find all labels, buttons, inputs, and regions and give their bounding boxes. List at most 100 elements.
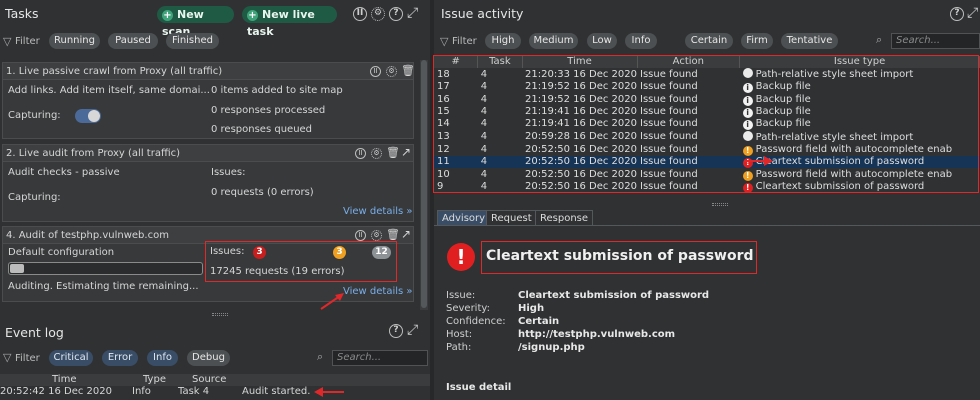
plus-icon: + <box>162 10 173 21</box>
high-issues-badge: 3 <box>253 246 266 259</box>
col-source[interactable]: Source <box>192 374 226 385</box>
requests-count: 17245 requests (19 errors) <box>210 266 345 277</box>
filter-info[interactable]: Info <box>625 33 657 49</box>
search-input[interactable]: Search... <box>891 33 980 49</box>
field-value: High <box>518 303 545 314</box>
task-card-2: 2. Live audit from Proxy (all traffic) I… <box>2 144 414 222</box>
filter-label: Filter <box>15 353 40 364</box>
task-stat: 0 responses queued <box>211 124 313 135</box>
annotation-arrow <box>314 387 344 397</box>
task-stat: 0 responses processed <box>211 105 326 116</box>
medium-issues-badge: 3 <box>333 246 346 259</box>
field-label: Severity: <box>446 303 490 314</box>
col-type[interactable]: Type <box>143 374 166 385</box>
event-log-panel: Event log ? ⤢ ▽ Filter Critical Error In… <box>0 318 430 400</box>
capturing-toggle[interactable] <box>75 109 101 123</box>
gear-icon[interactable]: ⚙ <box>371 148 382 159</box>
issue-detail-heading: Issue detail <box>446 382 512 393</box>
field-value: Cleartext submission of password <box>518 290 710 301</box>
filter-debug[interactable]: Debug <box>187 350 230 366</box>
field-value: http://testphp.vulnweb.com <box>518 329 676 340</box>
field-value: Certain <box>518 316 560 327</box>
filter-high[interactable]: High <box>485 33 521 49</box>
expand-icon[interactable]: ⤢ <box>407 5 418 21</box>
col-time[interactable]: Time <box>52 374 76 385</box>
task-title: 4. Audit of testphp.vulnweb.com <box>6 230 169 241</box>
issue-activity-title: Issue activity <box>441 6 524 21</box>
event-source: Task 4 <box>178 386 210 397</box>
task-status: Auditing. Estimating time remaining... <box>8 281 199 292</box>
pause-icon[interactable]: II <box>370 66 381 77</box>
gear-icon[interactable]: ⚙ <box>371 7 385 21</box>
view-details-link[interactable]: View details » <box>343 206 413 217</box>
tasks-title: Tasks <box>5 6 39 21</box>
annotation-arrow <box>320 293 344 310</box>
search-input[interactable]: Search... <box>332 350 428 366</box>
tab-underline <box>434 225 980 226</box>
splitter-handle[interactable] <box>712 203 728 206</box>
plus-icon: + <box>247 10 258 21</box>
pause-icon[interactable]: II <box>353 7 367 21</box>
tab-advisory[interactable]: Advisory <box>437 210 491 226</box>
help-icon[interactable]: ? <box>389 324 403 338</box>
field-value: /signup.php <box>518 342 585 353</box>
progress-bar <box>8 262 203 275</box>
gear-icon[interactable]: ⚙ <box>371 230 382 241</box>
table-row[interactable]: 20:52:42 16 Dec 2020 Info Task 4 Audit s… <box>0 386 430 398</box>
field-label: Path: <box>446 342 472 353</box>
filter-tentative[interactable]: Tentative <box>781 33 838 49</box>
filter-certain[interactable]: Certain <box>685 33 733 49</box>
event-time: 20:52:42 16 Dec 2020 <box>0 386 112 397</box>
trash-icon[interactable]: 🗑 <box>401 64 415 77</box>
task-title: 2. Live audit from Proxy (all traffic) <box>6 148 181 159</box>
help-icon[interactable]: ? <box>950 7 964 21</box>
filter-firm[interactable]: Firm <box>741 33 773 49</box>
high-severity-icon: ! <box>447 243 475 271</box>
trash-icon[interactable]: 🗑 <box>386 146 400 159</box>
filter-critical[interactable]: Critical <box>49 350 93 366</box>
filter-icon: ▽ <box>3 351 12 364</box>
expand-icon[interactable]: ⤢ <box>967 5 978 21</box>
pause-icon[interactable]: II <box>355 230 366 241</box>
open-icon[interactable]: ↗ <box>401 145 411 159</box>
filter-icon: ▽ <box>3 35 12 48</box>
new-scan-button[interactable]: + New scan <box>157 6 234 38</box>
view-details-link[interactable]: View details » <box>343 286 413 297</box>
task-config: Default configuration <box>8 247 115 258</box>
task-title: 1. Live passive crawl from Proxy (all tr… <box>6 66 223 77</box>
task-config: Audit checks - passive <box>8 167 120 178</box>
expand-icon[interactable]: ⤢ <box>407 322 418 338</box>
issues-label: Issues: <box>211 167 246 178</box>
pause-icon[interactable]: II <box>355 148 366 159</box>
filter-paused[interactable]: Paused <box>108 33 158 49</box>
filter-label: Filter <box>15 36 40 47</box>
info-issues-badge: 12 <box>372 246 391 259</box>
annotation-arrow <box>744 156 773 166</box>
filter-info[interactable]: Info <box>147 350 178 366</box>
filter-error[interactable]: Error <box>102 350 138 366</box>
filter-finished[interactable]: Finished <box>166 33 219 49</box>
search-icon: ⌕ <box>317 350 324 363</box>
tab-response[interactable]: Response <box>535 210 594 226</box>
event-log-header: Time Type Source <box>0 374 430 386</box>
trash-icon[interactable]: 🗑 <box>386 228 400 241</box>
tab-request[interactable]: Request <box>486 210 537 226</box>
filter-medium[interactable]: Medium <box>529 33 578 49</box>
filter-low[interactable]: Low <box>587 33 617 49</box>
field-label: Issue: <box>446 290 476 301</box>
tasks-scrollbar[interactable] <box>420 60 428 310</box>
requests-count: 0 requests (0 errors) <box>211 187 314 198</box>
event-message: Audit started. <box>242 386 311 397</box>
annotation-box <box>433 55 979 193</box>
splitter-handle[interactable] <box>212 313 228 316</box>
help-icon[interactable]: ? <box>389 7 403 21</box>
new-live-task-button[interactable]: + New live task <box>242 6 337 38</box>
event-type: Info <box>132 386 151 397</box>
field-label: Host: <box>446 329 473 340</box>
filter-running[interactable]: Running <box>49 33 100 49</box>
gear-icon[interactable]: ⚙ <box>386 66 397 77</box>
search-icon: ⌕ <box>876 33 883 46</box>
task-card-1: 1. Live passive crawl from Proxy (all tr… <box>2 62 415 139</box>
open-icon[interactable]: ↗ <box>401 227 411 241</box>
field-label: Confidence: <box>446 316 506 327</box>
